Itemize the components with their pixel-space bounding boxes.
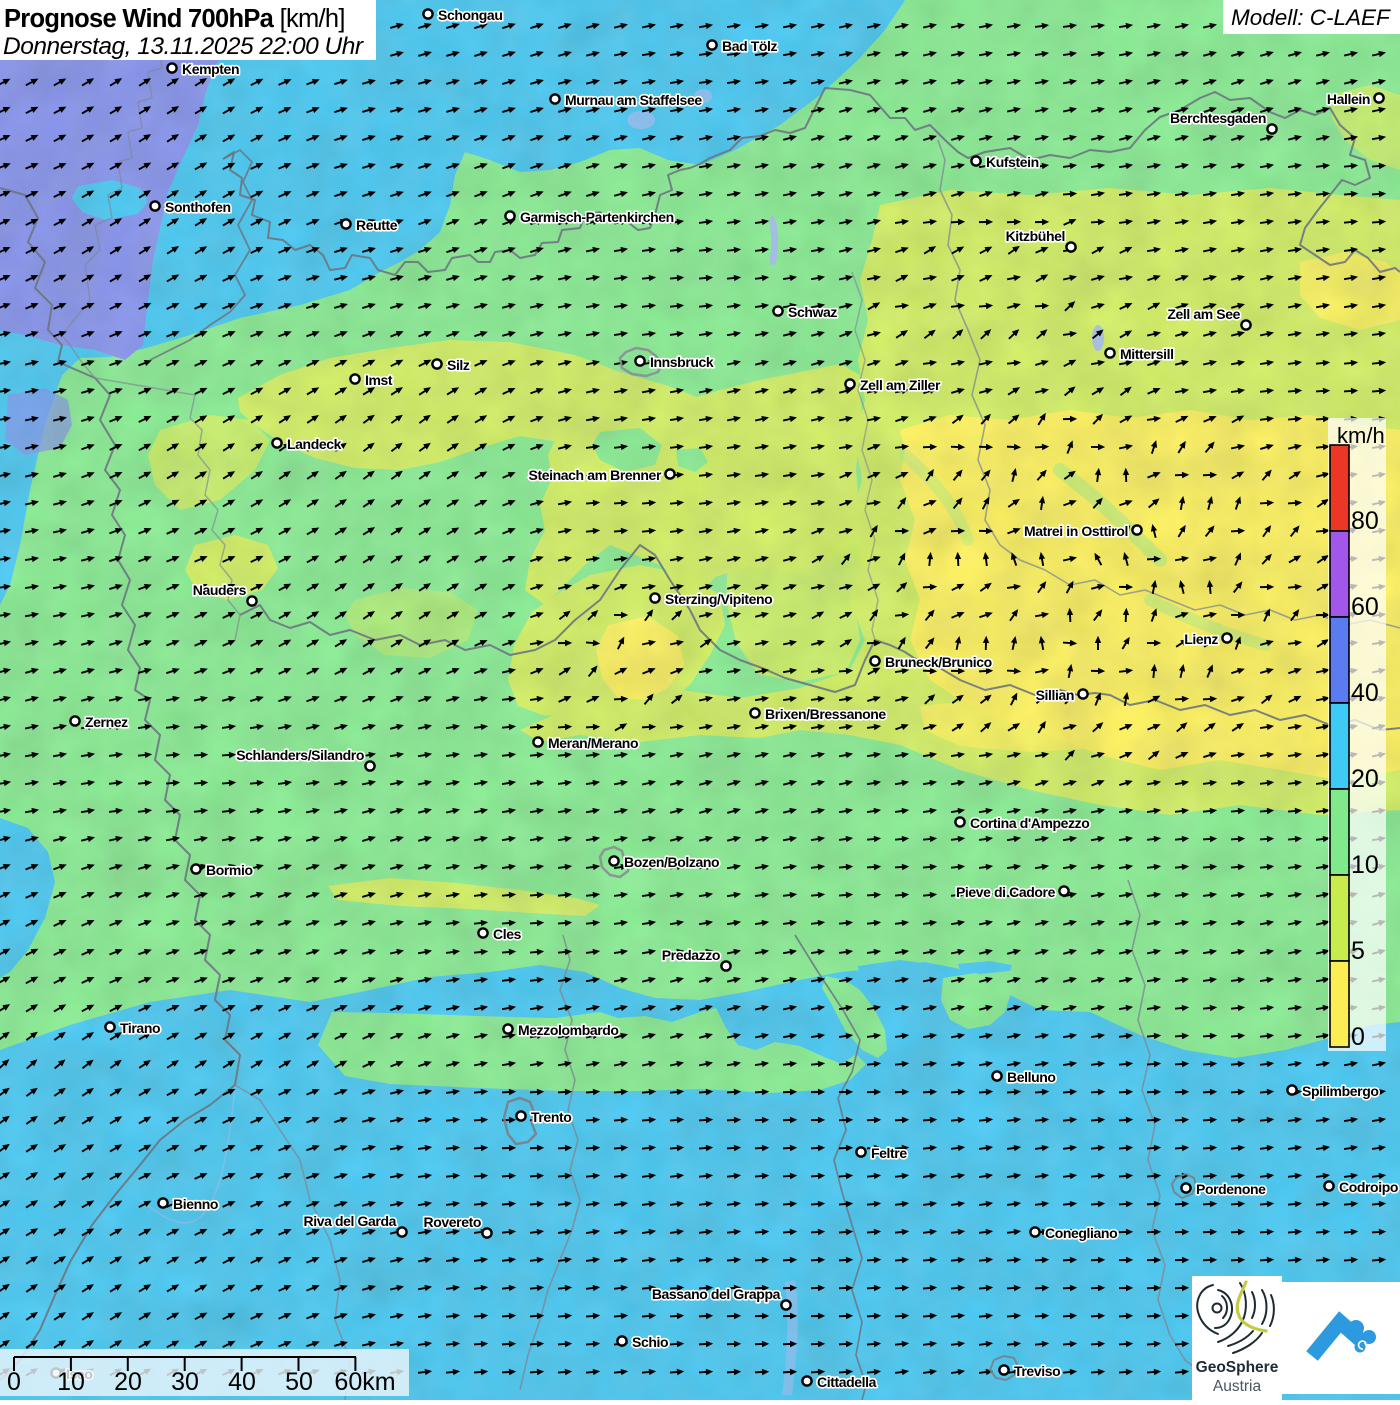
svg-text:Schwaz: Schwaz [788,304,837,320]
svg-text:Zell am Ziller: Zell am Ziller [860,377,941,393]
svg-text:Schlanders/Silandro: Schlanders/Silandro [236,747,364,763]
svg-text:60: 60 [1351,593,1379,621]
svg-text:80: 80 [1351,507,1379,535]
svg-text:Feltre: Feltre [871,1145,907,1161]
svg-text:Schio: Schio [632,1334,668,1350]
svg-text:10: 10 [1351,851,1379,879]
svg-text:Codroipo: Codroipo [1339,1179,1398,1195]
svg-text:30: 30 [171,1368,199,1396]
svg-text:Modell: C-LAEF: Modell: C-LAEF [1231,5,1391,30]
svg-text:Prognose Wind 700hPa [km/h]: Prognose Wind 700hPa [km/h] [4,5,345,33]
svg-text:Steinach am Brenner: Steinach am Brenner [529,467,662,483]
svg-text:0: 0 [1351,1023,1365,1051]
svg-text:40: 40 [228,1368,256,1396]
svg-text:Pordenone: Pordenone [1196,1181,1266,1197]
svg-text:Tirano: Tirano [120,1020,160,1036]
svg-text:Spilimbergo: Spilimbergo [1302,1083,1379,1099]
svg-text:Cortina d'Ampezzo: Cortina d'Ampezzo [970,815,1089,831]
svg-text:GeoSphere: GeoSphere [1196,1359,1279,1376]
svg-text:Bozen/Bolzano: Bozen/Bolzano [624,854,719,870]
svg-text:Trento: Trento [531,1109,571,1125]
svg-text:Pieve di Cadore: Pieve di Cadore [956,884,1056,900]
svg-text:Innsbruck: Innsbruck [650,354,714,370]
svg-text:Brixen/Bressanone: Brixen/Bressanone [765,706,886,722]
svg-text:Zernez: Zernez [85,714,128,730]
svg-text:Bruneck/Brunico: Bruneck/Brunico [885,654,992,670]
svg-text:Sillian: Sillian [1036,687,1074,703]
svg-text:Conegliano: Conegliano [1045,1225,1117,1241]
svg-text:Treviso: Treviso [1014,1363,1060,1379]
svg-text:Silz: Silz [447,357,470,373]
svg-text:Kempten: Kempten [182,61,239,77]
svg-text:10: 10 [57,1368,85,1396]
svg-text:Bienno: Bienno [173,1196,218,1212]
svg-text:Meran/Merano: Meran/Merano [548,735,638,751]
svg-text:20: 20 [114,1368,142,1396]
svg-text:20: 20 [1351,765,1379,793]
svg-text:Berchtesgaden: Berchtesgaden [1170,110,1266,126]
svg-text:Kitzbühel: Kitzbühel [1006,228,1065,244]
svg-text:Hallein: Hallein [1327,91,1370,107]
svg-text:Cittadella: Cittadella [817,1374,877,1390]
svg-text:Mittersill: Mittersill [1120,346,1174,362]
svg-text:Sonthofen: Sonthofen [165,199,231,215]
svg-text:Mezzolombardo: Mezzolombardo [518,1022,619,1038]
svg-text:Bassano del Grappa: Bassano del Grappa [652,1286,781,1302]
svg-text:50: 50 [285,1368,313,1396]
svg-text:Donnerstag, 13.11.2025 22:00 U: Donnerstag, 13.11.2025 22:00 Uhr [3,33,364,60]
svg-text:Predazzo: Predazzo [662,947,720,963]
svg-text:Garmisch-Partenkirchen: Garmisch-Partenkirchen [520,209,674,225]
svg-text:Reutte: Reutte [356,217,398,233]
svg-text:Belluno: Belluno [1007,1069,1056,1085]
svg-text:5: 5 [1351,937,1365,965]
svg-text:0: 0 [7,1368,21,1396]
svg-text:Cles: Cles [493,926,522,942]
svg-text:Bormio: Bormio [206,862,253,878]
svg-text:Zell am See: Zell am See [1167,306,1240,322]
svg-text:Landeck: Landeck [287,436,342,452]
svg-text:Murnau am Staffelsee: Murnau am Staffelsee [565,92,702,108]
svg-text:Austria: Austria [1213,1378,1262,1395]
svg-text:60km: 60km [334,1368,395,1396]
svg-text:Bad Tölz: Bad Tölz [722,38,778,54]
svg-text:Schongau: Schongau [438,7,502,23]
svg-text:Matrei in Osttirol: Matrei in Osttirol [1024,523,1128,539]
svg-text:40: 40 [1351,679,1379,707]
svg-text:Kufstein: Kufstein [986,154,1039,170]
svg-text:Nauders: Nauders [193,582,247,598]
svg-text:Imst: Imst [365,372,393,388]
svg-text:Riva del Garda: Riva del Garda [304,1213,397,1229]
svg-text:Rovereto: Rovereto [424,1214,481,1230]
svg-text:Lienz: Lienz [1184,631,1218,647]
svg-text:Sterzing/Vipiteno: Sterzing/Vipiteno [665,591,772,607]
